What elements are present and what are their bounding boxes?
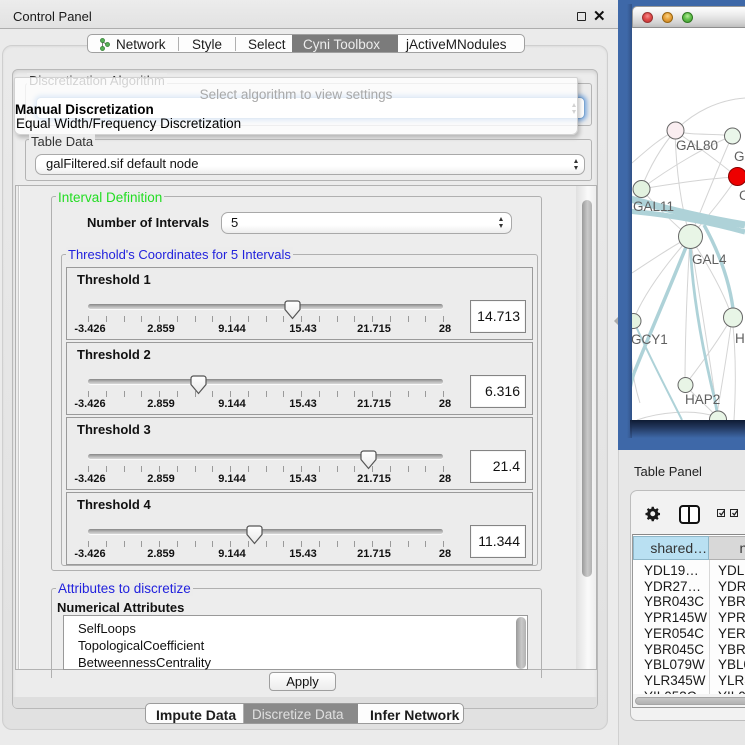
svg-text:H: H [735, 331, 745, 346]
svg-text:GAL11: GAL11 [633, 199, 674, 214]
svg-text:GAL4: GAL4 [692, 252, 727, 267]
svg-text:GAL80: GAL80 [676, 138, 718, 153]
svg-text:GCY1: GCY1 [632, 332, 668, 347]
svg-text:HAP2: HAP2 [685, 392, 720, 407]
svg-text:C: C [739, 188, 745, 203]
svg-text:G.: G. [734, 149, 745, 164]
